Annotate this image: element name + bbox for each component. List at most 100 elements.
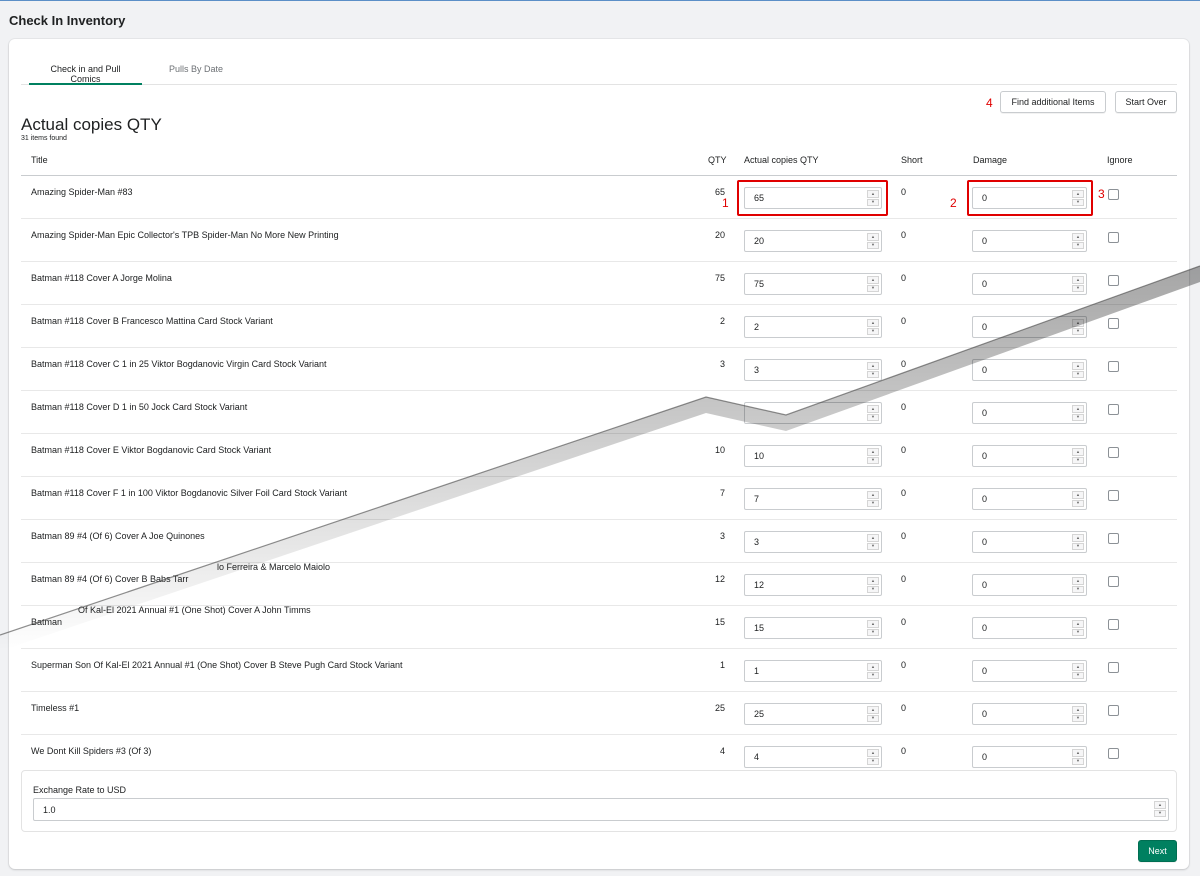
ignore-checkbox[interactable]: [1108, 404, 1119, 415]
ignore-checkbox[interactable]: [1108, 318, 1119, 329]
actual-qty-input[interactable]: 3 ▲ ▼: [744, 359, 882, 381]
spin-up-icon[interactable]: ▲: [867, 276, 879, 284]
spin-up-icon[interactable]: ▲: [867, 448, 879, 456]
spin-down-icon[interactable]: ▼: [867, 585, 879, 593]
damage-input[interactable]: 0 ▲ ▼: [972, 488, 1087, 510]
spin-up-icon[interactable]: ▲: [867, 405, 879, 413]
actual-qty-input[interactable]: 7 ▲ ▼: [744, 488, 882, 510]
ignore-checkbox[interactable]: [1108, 748, 1119, 759]
actual-qty-input[interactable]: 15 ▲ ▼: [744, 617, 882, 639]
spin-up-icon[interactable]: ▲: [1072, 706, 1084, 714]
spin-down-icon[interactable]: ▼: [867, 757, 879, 765]
actual-qty-stepper[interactable]: ▲ ▼: [867, 706, 879, 722]
damage-input[interactable]: 0 ▲ ▼: [972, 316, 1087, 338]
spin-up-icon[interactable]: ▲: [1072, 362, 1084, 370]
spin-down-icon[interactable]: ▼: [1072, 757, 1084, 765]
actual-qty-stepper[interactable]: ▲ ▼: [867, 362, 879, 378]
spin-down-icon[interactable]: ▼: [867, 628, 879, 636]
spin-down-icon[interactable]: ▼: [867, 499, 879, 507]
spin-up-icon[interactable]: ▲: [867, 620, 879, 628]
actual-qty-input[interactable]: 12 ▲ ▼: [744, 574, 882, 596]
ignore-checkbox[interactable]: [1108, 447, 1119, 458]
ignore-checkbox[interactable]: [1108, 232, 1119, 243]
ignore-checkbox[interactable]: [1108, 662, 1119, 673]
actual-qty-input[interactable]: 2 ▲ ▼: [744, 316, 882, 338]
spin-up-icon[interactable]: ▲: [1072, 620, 1084, 628]
spin-up-icon[interactable]: ▲: [867, 749, 879, 757]
exchange-rate-input[interactable]: 1.0 ▲ ▼: [33, 798, 1169, 821]
damage-stepper[interactable]: ▲ ▼: [1072, 448, 1084, 464]
actual-qty-stepper[interactable]: ▲ ▼: [867, 620, 879, 636]
exchange-rate-stepper[interactable]: ▲ ▼: [1154, 801, 1166, 817]
spin-down-icon[interactable]: ▼: [867, 284, 879, 292]
actual-qty-input[interactable]: 4 ▲ ▼: [744, 746, 882, 768]
spin-up-icon[interactable]: ▲: [867, 534, 879, 542]
next-button[interactable]: Next: [1138, 840, 1177, 862]
spin-down-icon[interactable]: ▼: [1072, 456, 1084, 464]
spin-down-icon[interactable]: ▼: [1072, 413, 1084, 421]
ignore-checkbox[interactable]: [1108, 490, 1119, 501]
damage-stepper[interactable]: ▲ ▼: [1072, 362, 1084, 378]
damage-stepper[interactable]: ▲ ▼: [1072, 749, 1084, 765]
spin-up-icon[interactable]: ▲: [867, 319, 879, 327]
spin-up-icon[interactable]: ▲: [1072, 491, 1084, 499]
spin-down-icon[interactable]: ▼: [867, 241, 879, 249]
spin-down-icon[interactable]: ▼: [1072, 671, 1084, 679]
spin-up-icon[interactable]: ▲: [867, 491, 879, 499]
spin-up-icon[interactable]: ▲: [1154, 801, 1166, 809]
damage-input[interactable]: 0 ▲ ▼: [972, 746, 1087, 768]
spin-down-icon[interactable]: ▼: [867, 714, 879, 722]
tab-pulls-by-date[interactable]: Pulls By Date: [161, 64, 231, 85]
actual-qty-stepper[interactable]: ▲ ▼: [867, 448, 879, 464]
spin-up-icon[interactable]: ▲: [1072, 577, 1084, 585]
actual-qty-input[interactable]: 3 ▲ ▼: [744, 531, 882, 553]
spin-up-icon[interactable]: ▲: [1072, 749, 1084, 757]
spin-down-icon[interactable]: ▼: [1072, 714, 1084, 722]
damage-stepper[interactable]: ▲ ▼: [1072, 276, 1084, 292]
actual-qty-stepper[interactable]: ▲ ▼: [867, 405, 879, 421]
actual-qty-input[interactable]: ▲ ▼: [744, 402, 882, 424]
damage-input[interactable]: 0 ▲ ▼: [972, 230, 1087, 252]
spin-down-icon[interactable]: ▼: [1072, 542, 1084, 550]
spin-up-icon[interactable]: ▲: [1072, 663, 1084, 671]
actual-qty-stepper[interactable]: ▲ ▼: [867, 491, 879, 507]
spin-up-icon[interactable]: ▲: [1072, 276, 1084, 284]
actual-qty-stepper[interactable]: ▲ ▼: [867, 319, 879, 335]
damage-input[interactable]: 0 ▲ ▼: [972, 402, 1087, 424]
actual-qty-stepper[interactable]: ▲ ▼: [867, 577, 879, 593]
damage-input[interactable]: 0 ▲ ▼: [972, 359, 1087, 381]
start-over-button[interactable]: Start Over: [1115, 91, 1177, 113]
actual-qty-input[interactable]: 10 ▲ ▼: [744, 445, 882, 467]
spin-down-icon[interactable]: ▼: [1072, 499, 1084, 507]
actual-qty-stepper[interactable]: ▲ ▼: [867, 663, 879, 679]
damage-stepper[interactable]: ▲ ▼: [1072, 491, 1084, 507]
spin-down-icon[interactable]: ▼: [867, 370, 879, 378]
actual-qty-stepper[interactable]: ▲ ▼: [867, 534, 879, 550]
actual-qty-stepper[interactable]: ▲ ▼: [867, 276, 879, 292]
damage-stepper[interactable]: ▲ ▼: [1072, 233, 1084, 249]
spin-down-icon[interactable]: ▼: [867, 327, 879, 335]
damage-input[interactable]: 0 ▲ ▼: [972, 574, 1087, 596]
damage-stepper[interactable]: ▲ ▼: [1072, 534, 1084, 550]
spin-down-icon[interactable]: ▼: [867, 413, 879, 421]
ignore-checkbox[interactable]: [1108, 275, 1119, 286]
actual-qty-input[interactable]: 20 ▲ ▼: [744, 230, 882, 252]
damage-stepper[interactable]: ▲ ▼: [1072, 405, 1084, 421]
spin-up-icon[interactable]: ▲: [1072, 319, 1084, 327]
spin-down-icon[interactable]: ▼: [867, 456, 879, 464]
damage-input[interactable]: 0 ▲ ▼: [972, 531, 1087, 553]
ignore-checkbox[interactable]: [1108, 576, 1119, 587]
damage-input[interactable]: 0 ▲ ▼: [972, 660, 1087, 682]
spin-down-icon[interactable]: ▼: [1072, 585, 1084, 593]
spin-down-icon[interactable]: ▼: [1154, 809, 1166, 817]
damage-stepper[interactable]: ▲ ▼: [1072, 706, 1084, 722]
spin-down-icon[interactable]: ▼: [867, 671, 879, 679]
damage-stepper[interactable]: ▲ ▼: [1072, 577, 1084, 593]
spin-up-icon[interactable]: ▲: [1072, 405, 1084, 413]
actual-qty-input[interactable]: 1 ▲ ▼: [744, 660, 882, 682]
damage-input[interactable]: 0 ▲ ▼: [972, 273, 1087, 295]
spin-down-icon[interactable]: ▼: [1072, 327, 1084, 335]
find-additional-items-button[interactable]: Find additional Items: [1000, 91, 1106, 113]
spin-down-icon[interactable]: ▼: [867, 542, 879, 550]
damage-stepper[interactable]: ▲ ▼: [1072, 620, 1084, 636]
